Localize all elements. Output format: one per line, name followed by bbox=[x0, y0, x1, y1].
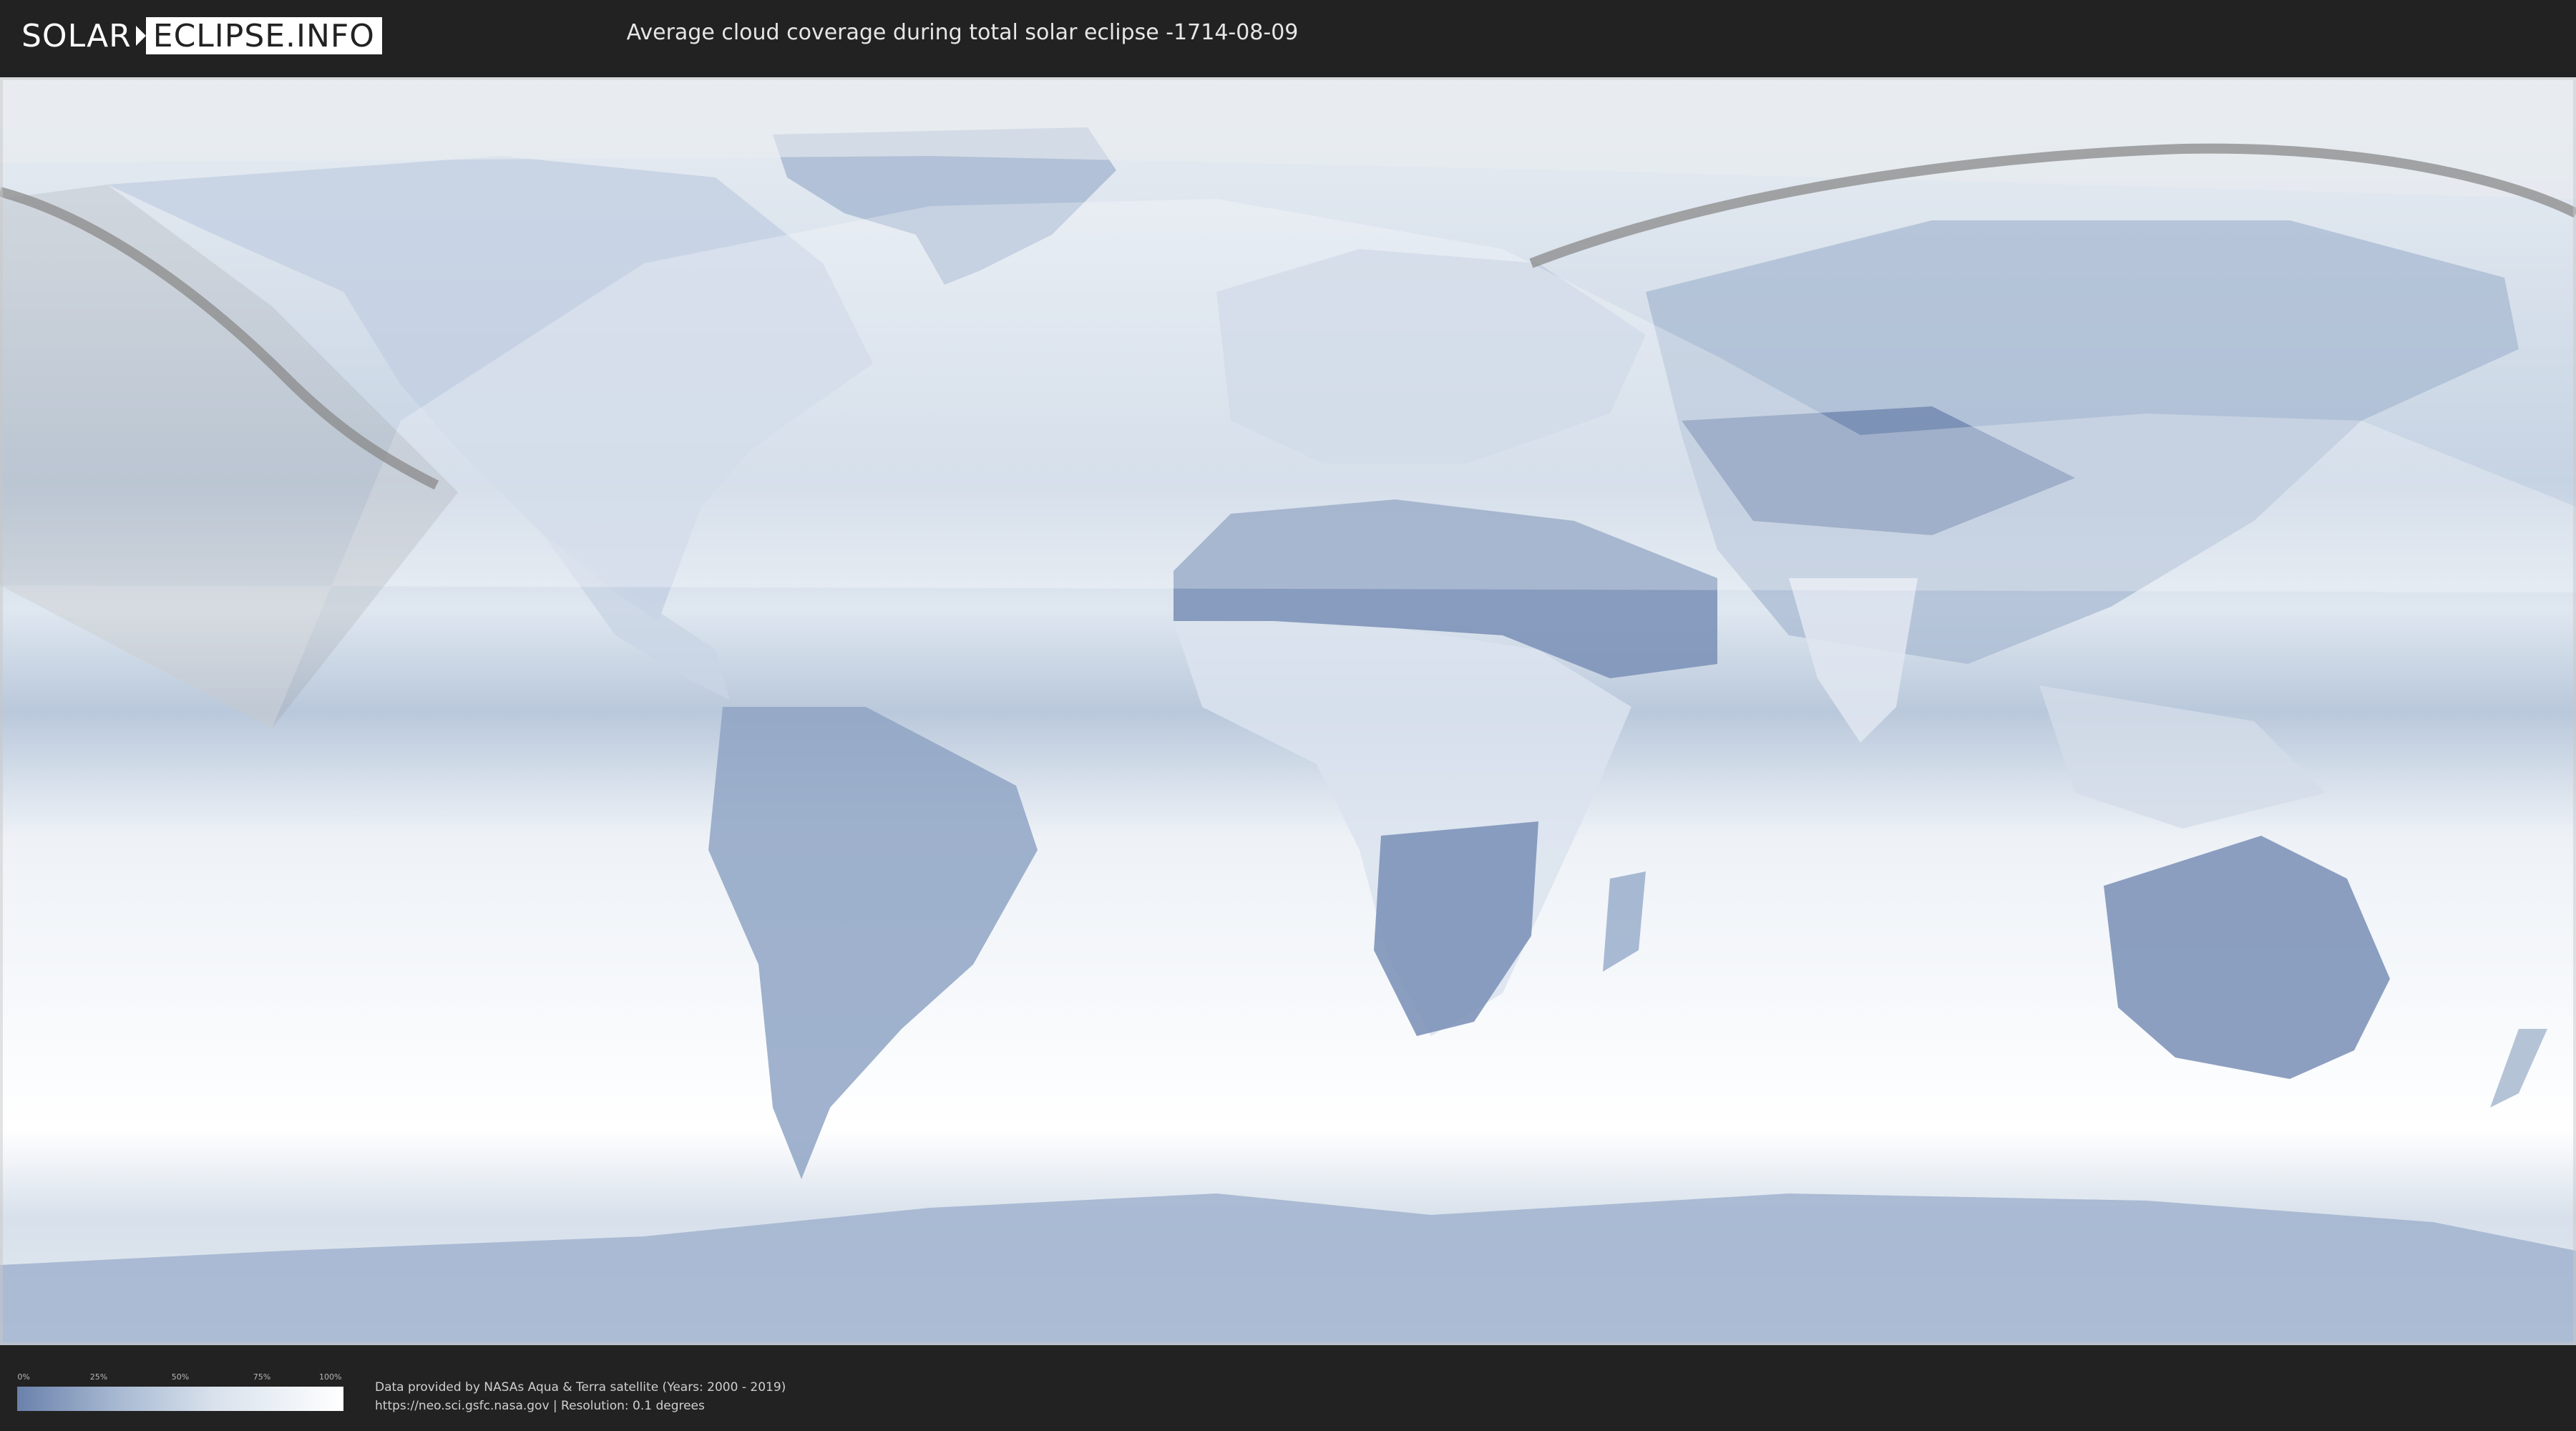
legend-ticks: 0% 25% 50% 75% 100% bbox=[17, 1372, 343, 1384]
legend-tick-75: 75% bbox=[253, 1372, 271, 1382]
cloud-coverage-map[interactable] bbox=[0, 77, 2576, 1345]
cloud-coverage-legend: 0% 25% 50% 75% 100% bbox=[17, 1372, 343, 1411]
header-bar: SOLAR ECLIPSE.INFO Average cloud coverag… bbox=[0, 0, 2576, 72]
footer-bar: 0% 25% 50% 75% 100% Data provided by NAS… bbox=[0, 1357, 2576, 1431]
legend-color-bar bbox=[17, 1387, 343, 1411]
legend-tick-50: 50% bbox=[171, 1372, 190, 1382]
page-title: Average cloud coverage during total sola… bbox=[626, 20, 1299, 45]
legend-tick-0: 0% bbox=[17, 1372, 30, 1382]
legend-tick-25: 25% bbox=[89, 1372, 108, 1382]
legend-tick-100: 100% bbox=[319, 1372, 342, 1382]
data-credits: Data provided by NASAs Aqua & Terra sate… bbox=[375, 1378, 786, 1415]
credits-line-source: Data provided by NASAs Aqua & Terra sate… bbox=[375, 1380, 786, 1395]
credits-line-url: https://neo.sci.gsfc.nasa.gov | Resoluti… bbox=[375, 1399, 705, 1413]
map-svg bbox=[0, 77, 2576, 1345]
